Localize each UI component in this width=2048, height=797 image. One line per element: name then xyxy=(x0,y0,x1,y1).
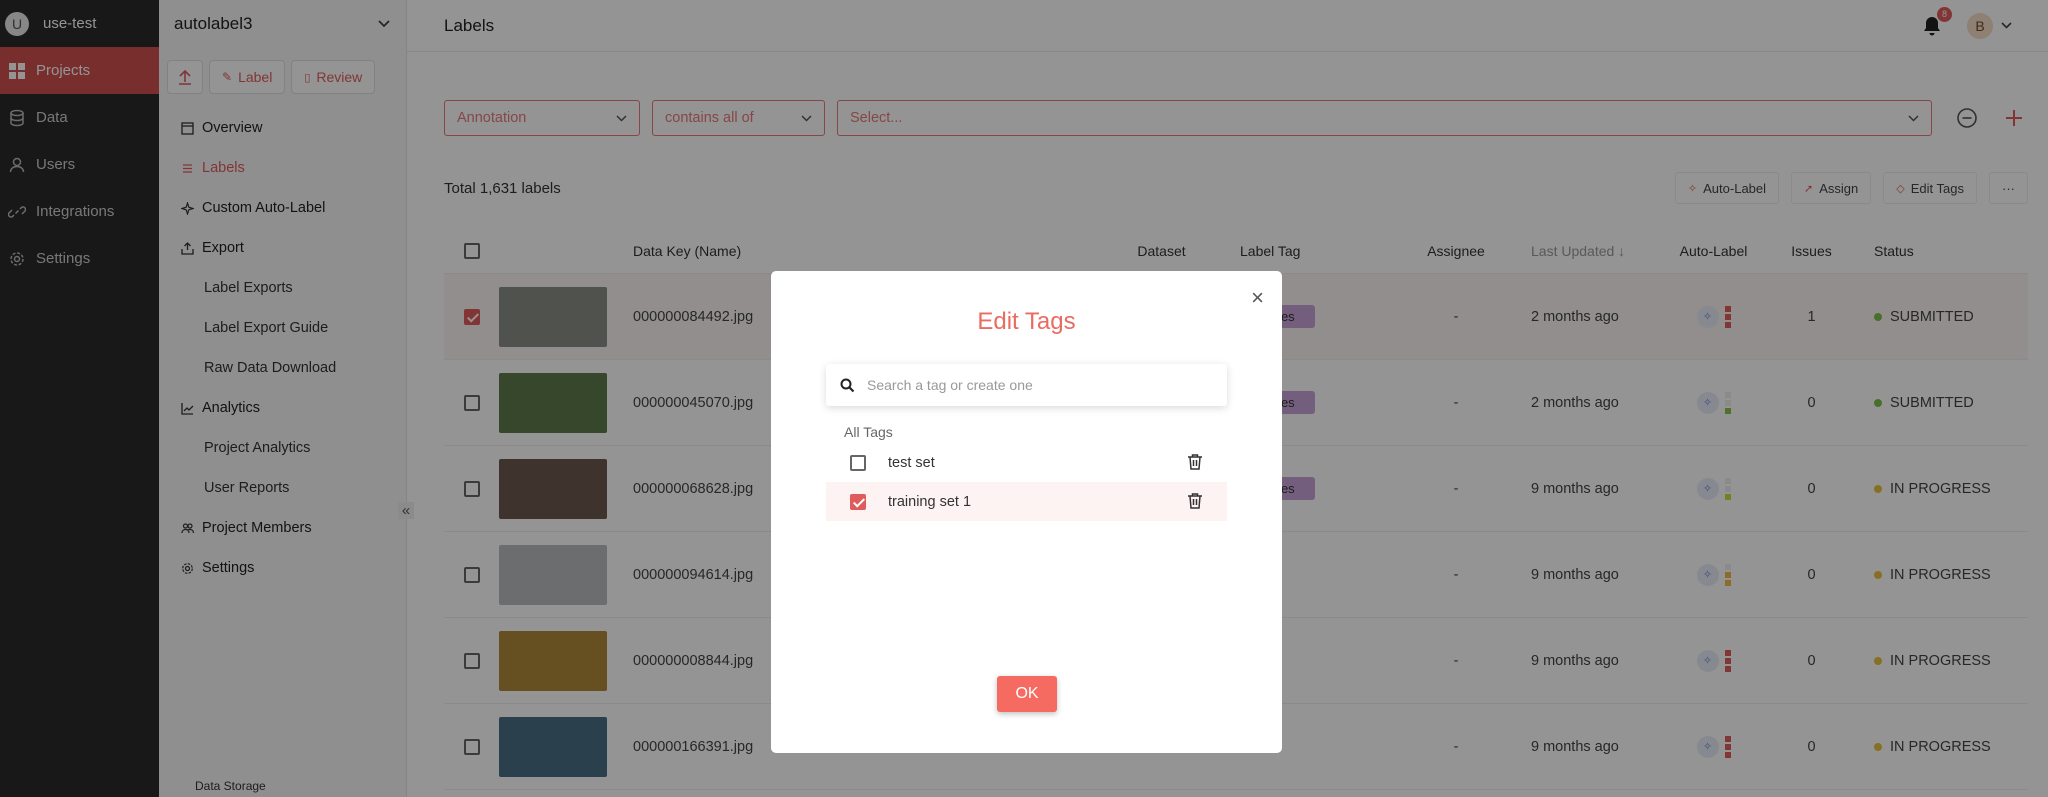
tag-checkbox[interactable] xyxy=(850,493,866,510)
tag-search-input[interactable] xyxy=(867,377,1207,393)
tag-row-test-set[interactable]: test set xyxy=(826,443,1227,482)
tag-label: training set 1 xyxy=(888,493,972,510)
close-icon[interactable]: × xyxy=(1251,285,1264,311)
trash-icon[interactable] xyxy=(1187,453,1203,471)
tag-search-box xyxy=(826,364,1227,406)
tag-row-training-set-1[interactable]: training set 1 xyxy=(826,482,1227,521)
ok-button[interactable]: OK xyxy=(997,676,1057,712)
trash-icon[interactable] xyxy=(1187,492,1203,510)
tag-checkbox[interactable] xyxy=(850,454,866,471)
dialog-title: Edit Tags xyxy=(977,308,1076,335)
all-tags-heading: All Tags xyxy=(844,424,893,440)
tag-label: test set xyxy=(888,454,935,471)
search-icon xyxy=(840,378,855,392)
edit-tags-dialog: × Edit Tags All Tags test set training s… xyxy=(771,271,1282,753)
